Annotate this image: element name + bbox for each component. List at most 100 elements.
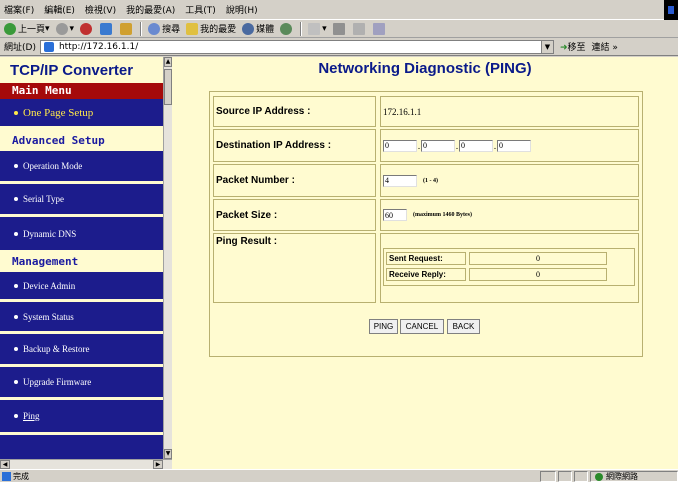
- search-icon: [148, 22, 161, 35]
- brand-title: TCP/IP Converter: [0, 57, 172, 83]
- sent-request-value: 0: [469, 252, 607, 265]
- bullet-icon: [14, 347, 18, 351]
- nav-ping[interactable]: Ping: [0, 400, 172, 435]
- address-bar: 網址(D) http://172.16.1.1/ ▼ ➜移至 連結 »: [0, 38, 678, 56]
- nav-backup-restore[interactable]: Backup & Restore: [0, 334, 172, 367]
- nav-serial-type[interactable]: Serial Type: [0, 184, 172, 217]
- packet-number-row: Packet Number : (1 - 4): [213, 164, 639, 197]
- media-button[interactable]: 媒體: [242, 22, 274, 35]
- dest-ip-octet-1[interactable]: [383, 139, 417, 152]
- dest-ip-octet-4[interactable]: [497, 139, 531, 152]
- mail-icon: [308, 22, 321, 35]
- back-nav-button[interactable]: BACK: [447, 319, 480, 334]
- chevron-down-icon[interactable]: ▼: [540, 40, 553, 53]
- menu-tools[interactable]: 工具(T): [185, 3, 216, 16]
- search-button[interactable]: 搜尋: [148, 22, 180, 35]
- menu-view[interactable]: 檢視(V): [85, 3, 116, 16]
- sent-request-row: Sent Request: 0: [386, 252, 632, 265]
- history-button[interactable]: [280, 22, 294, 35]
- source-ip-label: Source IP Address :: [213, 96, 376, 127]
- bullet-icon: [14, 283, 18, 288]
- scroll-thumb[interactable]: [164, 69, 172, 105]
- packet-number-value: (1 - 4): [380, 164, 639, 197]
- nav-frame: TCP/IP Converter Main Menu One Page Setu…: [0, 57, 172, 459]
- nav-device-admin[interactable]: Device Admin: [0, 272, 172, 302]
- print-button[interactable]: [332, 22, 347, 35]
- refresh-icon: [100, 22, 113, 35]
- go-arrow-icon: ➜: [559, 43, 568, 53]
- nav-one-page-setup[interactable]: One Page Setup: [0, 99, 172, 129]
- scroll-down-icon[interactable]: ▼: [164, 449, 172, 459]
- scroll-right-icon[interactable]: ▶: [153, 460, 163, 469]
- refresh-button[interactable]: [100, 22, 114, 35]
- bullet-icon: [14, 231, 18, 236]
- scroll-left-icon[interactable]: ◀: [0, 460, 10, 469]
- nav-dynamic-dns[interactable]: Dynamic DNS: [0, 217, 172, 250]
- address-input[interactable]: http://172.16.1.1/ ▼: [39, 39, 554, 54]
- dest-ip-octet-2[interactable]: [421, 139, 455, 152]
- packet-size-row: Packet Size : (maximum 1460 Bytes): [213, 199, 639, 231]
- discuss-button[interactable]: [372, 22, 387, 35]
- source-ip-value: 172.16.1.1: [380, 96, 639, 127]
- stop-button[interactable]: [80, 22, 94, 35]
- menu-bar: 檔案(F) 編輯(E) 檢視(V) 我的最愛(A) 工具(T) 說明(H): [0, 0, 678, 20]
- security-zone: 網際網路: [590, 471, 678, 482]
- scroll-up-icon[interactable]: ▲: [164, 57, 172, 67]
- packet-number-input[interactable]: [383, 174, 417, 187]
- stop-icon: [80, 22, 93, 35]
- ping-button[interactable]: PING: [369, 319, 398, 334]
- nav-horizontal-scrollbar[interactable]: ◀ ▶: [0, 459, 172, 469]
- ping-result-value: Sent Request: 0 Receive Reply: 0: [380, 233, 639, 303]
- receive-reply-label: Receive Reply:: [386, 268, 466, 281]
- bullet-icon: [14, 110, 18, 115]
- back-button[interactable]: 上一頁 ▾: [4, 22, 50, 35]
- edit-button[interactable]: [352, 22, 367, 35]
- dest-ip-octet-3[interactable]: [459, 139, 493, 152]
- destination-ip-label: Destination IP Address :: [213, 129, 376, 162]
- menu-file[interactable]: 檔案(F): [4, 3, 34, 16]
- cancel-button[interactable]: CANCEL: [400, 319, 444, 334]
- status-bar: 完成 網際網路: [0, 469, 678, 482]
- page-done-icon: [2, 472, 11, 481]
- edit-icon: [352, 22, 365, 35]
- main-menu-header: Main Menu: [0, 83, 172, 99]
- menu-help[interactable]: 說明(H): [226, 3, 258, 16]
- content-frame: Networking Diagnostic (PING) Source IP A…: [172, 57, 678, 469]
- packet-size-hint: (maximum 1460 Bytes): [413, 212, 472, 218]
- nav-vertical-scrollbar[interactable]: ▲ ▼: [163, 57, 172, 459]
- nav-operation-mode[interactable]: Operation Mode: [0, 151, 172, 184]
- source-ip-row: Source IP Address : 172.16.1.1: [213, 96, 639, 127]
- favorites-button[interactable]: 我的最愛: [186, 22, 236, 35]
- mail-button[interactable]: ▾: [308, 22, 327, 35]
- bullet-icon: [14, 197, 18, 201]
- bullet-icon: [14, 380, 18, 384]
- forward-arrow-icon: [55, 22, 68, 35]
- bullet-icon: [14, 164, 18, 168]
- page-title: Networking Diagnostic (PING): [318, 60, 532, 77]
- sent-request-label: Sent Request:: [386, 252, 466, 265]
- discuss-icon: [372, 22, 385, 35]
- nav-upgrade-firmware[interactable]: Upgrade Firmware: [0, 367, 172, 400]
- menu-edit[interactable]: 編輯(E): [44, 3, 75, 16]
- menu-favorites[interactable]: 我的最愛(A): [126, 3, 175, 16]
- media-icon: [242, 22, 255, 35]
- receive-reply-row: Receive Reply: 0: [386, 268, 632, 281]
- bullet-icon: [14, 414, 18, 418]
- packet-number-hint: (1 - 4): [423, 177, 438, 184]
- packet-size-label: Packet Size :: [213, 199, 376, 231]
- windows-logo-icon: [664, 0, 678, 20]
- advanced-setup-header: Advanced Setup: [0, 129, 172, 151]
- home-button[interactable]: [120, 22, 134, 35]
- packet-size-input[interactable]: [383, 209, 407, 221]
- destination-ip-row: Destination IP Address : . . .: [213, 129, 639, 162]
- home-icon: [120, 22, 133, 35]
- page-icon: [43, 41, 54, 52]
- ping-table: Source IP Address : 172.16.1.1 Destinati…: [209, 91, 643, 357]
- links-button[interactable]: 連結 »: [592, 40, 618, 53]
- go-button[interactable]: ➜移至: [560, 40, 586, 53]
- forward-button[interactable]: ▾: [55, 22, 74, 35]
- favorites-icon: [186, 22, 199, 35]
- management-header: Management: [0, 250, 172, 272]
- status-done: 完成: [2, 471, 29, 482]
- nav-system-status[interactable]: System Status: [0, 302, 172, 334]
